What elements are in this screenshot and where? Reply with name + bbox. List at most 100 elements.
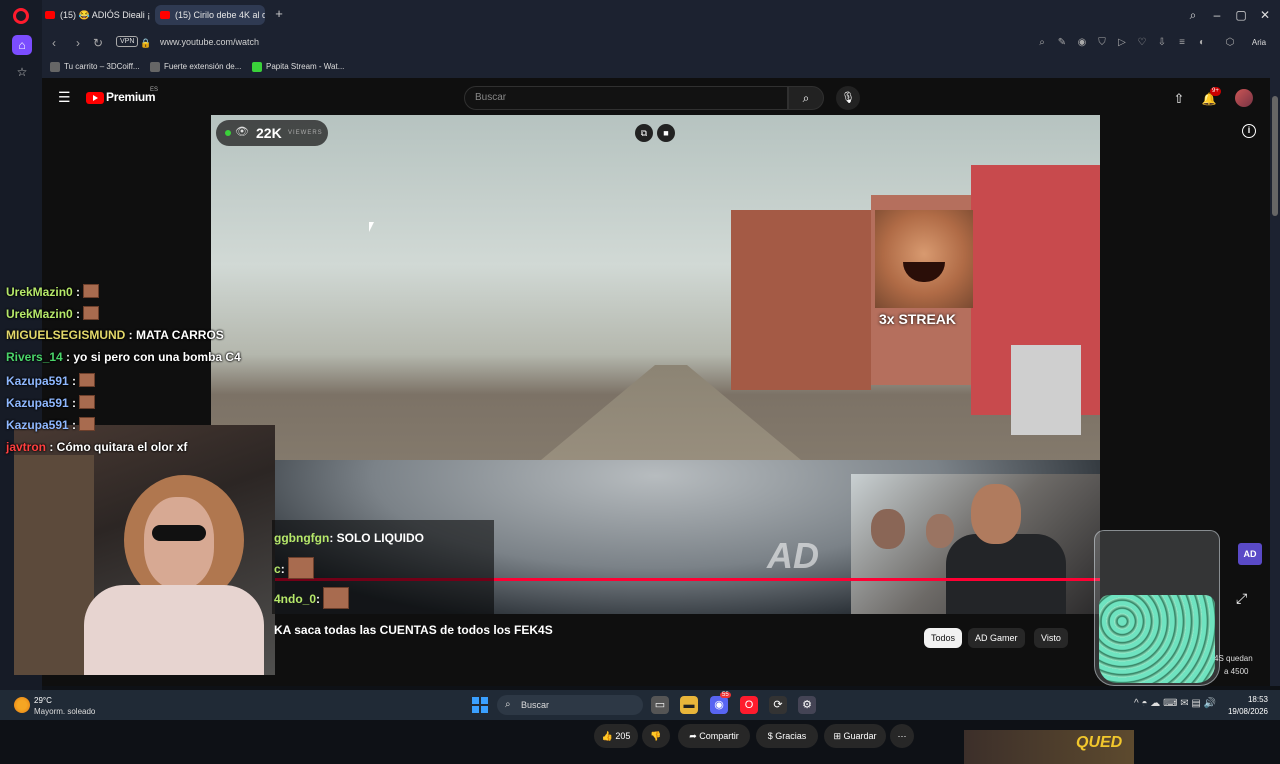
system-tray[interactable]: ^ ◓ ☁ ⌨ ✉ ▤ 🔊 bbox=[1134, 698, 1216, 709]
bookmark-item[interactable]: Fuerte extensión de... bbox=[150, 60, 241, 74]
search-icon: ⌕ bbox=[505, 699, 511, 710]
voice-search-button[interactable]: 🎙 bbox=[836, 86, 860, 110]
like-button[interactable]: 👍 205 bbox=[594, 724, 638, 748]
more-actions-button[interactable]: ⋯ bbox=[890, 724, 914, 748]
chat-message: c: bbox=[274, 557, 315, 579]
info-icon[interactable]: i bbox=[1242, 124, 1256, 138]
zoom-search-icon[interactable]: ⌕ bbox=[1034, 35, 1050, 51]
edit-icon[interactable]: ✎ bbox=[1054, 35, 1070, 51]
clock-date[interactable]: 19/08/2026 bbox=[1214, 707, 1268, 716]
thanks-button[interactable]: $ Gracias bbox=[756, 724, 818, 748]
copy-icon[interactable]: ⧉ bbox=[635, 124, 653, 142]
chat-username[interactable]: ggbngfgn bbox=[274, 531, 329, 545]
more-icon: ⋯ bbox=[897, 731, 907, 741]
bookmark-item[interactable]: Tu carrito – 3DCoiff... bbox=[50, 60, 140, 74]
chat-username[interactable]: Kazupa591 bbox=[6, 418, 69, 432]
aria-button[interactable]: Aria bbox=[1242, 35, 1276, 51]
vpn-badge[interactable]: VPN bbox=[116, 36, 139, 47]
save-label: Guardar bbox=[843, 731, 877, 741]
discord-icon[interactable]: ◉ bbox=[710, 696, 728, 714]
home-icon[interactable]: ⌂ bbox=[12, 35, 32, 55]
reload-icon[interactable]: ↻ bbox=[90, 35, 106, 51]
chat-username[interactable]: c bbox=[274, 562, 281, 576]
bookmark-item[interactable]: Papita Stream - Wat... bbox=[252, 60, 344, 74]
eye-icon: 👁 bbox=[235, 126, 249, 138]
menu-icon[interactable]: ≡ bbox=[1174, 35, 1190, 51]
star-icon[interactable]: ☆ bbox=[12, 62, 32, 82]
webcam-overlay bbox=[851, 474, 1100, 614]
chip-all[interactable]: Todos bbox=[924, 628, 963, 648]
hamburger-menu-icon[interactable]: ☰ bbox=[58, 90, 72, 104]
related-video-thumbnail[interactable]: QUED bbox=[964, 730, 1134, 764]
chat-username[interactable]: javtron bbox=[6, 440, 46, 454]
new-tab-button[interactable]: + bbox=[272, 7, 286, 21]
opera-taskbar-icon[interactable]: O bbox=[740, 696, 758, 714]
play-icon[interactable]: ▷ bbox=[1114, 35, 1130, 51]
background-shelf bbox=[14, 455, 94, 675]
chat-username[interactable]: Rivers_14 bbox=[6, 350, 63, 364]
chat-username[interactable]: 4ndo_0 bbox=[274, 592, 316, 606]
chat-username[interactable]: MIGUELSEGISMUND bbox=[6, 328, 125, 342]
search-input[interactable]: Buscar bbox=[464, 86, 788, 110]
streamer-shirt bbox=[84, 585, 264, 675]
address-bar: ‹ › ↻ VPN 🔒 www.youtube.com/watch ⌕ ✎ ◉ … bbox=[42, 30, 1280, 56]
save-button[interactable]: ⊞ Guardar bbox=[824, 724, 886, 748]
thanks-icon: $ bbox=[767, 731, 776, 741]
chat-separator: : Cómo quitara el olor xf bbox=[46, 440, 188, 454]
chat-username[interactable]: Kazupa591 bbox=[6, 374, 69, 388]
avatar[interactable] bbox=[1235, 89, 1253, 107]
video-camera-icon[interactable]: ■ bbox=[657, 124, 675, 142]
page-scrollbar[interactable] bbox=[1270, 78, 1280, 686]
download-icon[interactable]: ⇩ bbox=[1154, 35, 1170, 51]
file-explorer-icon[interactable]: ▬ bbox=[680, 696, 698, 714]
taskbar-search[interactable]: ⌕ Buscar bbox=[497, 695, 643, 715]
share-label: Compartir bbox=[699, 731, 739, 741]
share-button[interactable]: ➦ Compartir bbox=[678, 724, 750, 748]
lock-icon: 🔒 bbox=[140, 38, 152, 48]
chat-username[interactable]: UrekMazin0 bbox=[6, 307, 73, 321]
taskbar: 29°C Mayorm. soleado ⌕ Buscar ▭ ▬ ◉ 55 O … bbox=[0, 690, 1280, 720]
tab-search-icon[interactable]: ⌕ bbox=[1184, 6, 1202, 24]
dislike-button[interactable]: 👎 bbox=[642, 724, 670, 748]
thumbs-down-icon: 👎 bbox=[650, 731, 662, 741]
back-icon[interactable]: ‹ bbox=[46, 35, 62, 51]
windows-start-icon[interactable] bbox=[472, 697, 488, 713]
chat-username[interactable]: UrekMazin0 bbox=[6, 285, 73, 299]
chip-ad-gamer[interactable]: AD Gamer bbox=[968, 628, 1025, 648]
save-icon: ⊞ bbox=[833, 731, 844, 741]
heart-icon[interactable]: ♡ bbox=[1134, 35, 1150, 51]
bookmark-favicon-icon bbox=[150, 62, 160, 72]
close-window-button[interactable]: ✕ bbox=[1256, 6, 1274, 24]
upload-icon[interactable]: ⇧ bbox=[1170, 90, 1188, 108]
maximize-button[interactable]: ▢ bbox=[1232, 6, 1250, 24]
search-button[interactable]: ⌕ bbox=[788, 86, 824, 110]
forward-icon[interactable]: › bbox=[70, 35, 86, 51]
task-view-icon[interactable]: ▭ bbox=[651, 696, 669, 714]
tab-2-active[interactable]: (15) Cirilo debe 4K al due bbox=[155, 5, 265, 25]
profile-icon[interactable]: ◐ bbox=[1194, 35, 1210, 51]
viewer-count: 22K bbox=[256, 125, 282, 141]
shield-icon[interactable]: ⛉ bbox=[1094, 35, 1110, 51]
extensions-icon[interactable]: ⬡ bbox=[1222, 35, 1238, 51]
camera-icon[interactable]: ◉ bbox=[1074, 35, 1090, 51]
streak-label: 3x STREAK bbox=[879, 311, 957, 327]
chat-emote-icon bbox=[79, 395, 96, 409]
channel-badge[interactable]: AD bbox=[1238, 543, 1262, 565]
settings-gear-icon[interactable]: ⚙ bbox=[798, 696, 816, 714]
url-text[interactable]: www.youtube.com/watch bbox=[160, 37, 259, 47]
related-title-line2: a 4500 bbox=[1224, 667, 1249, 676]
minimize-button[interactable]: – bbox=[1208, 6, 1226, 24]
fullscreen-icon[interactable]: ⤢ bbox=[1236, 590, 1247, 607]
tab-1[interactable]: (15) 😂 ADIÓS Dieali ¡FE bbox=[40, 5, 150, 25]
weather-sun-icon[interactable] bbox=[14, 697, 30, 713]
driver-jacket bbox=[946, 534, 1066, 614]
opera-logo-icon[interactable] bbox=[13, 8, 29, 24]
chat-emote-icon bbox=[79, 373, 96, 387]
chip-watched[interactable]: Visto bbox=[1034, 628, 1068, 648]
chat-message: 4ndo_0: bbox=[274, 587, 350, 609]
scrollbar-thumb[interactable] bbox=[1272, 96, 1278, 216]
chat-separator: : SOLO LIQUIDO bbox=[329, 531, 424, 545]
chat-username[interactable]: Kazupa591 bbox=[6, 396, 69, 410]
clock-time[interactable]: 18:53 bbox=[1224, 695, 1268, 704]
app-icon[interactable]: ⟳ bbox=[769, 696, 787, 714]
